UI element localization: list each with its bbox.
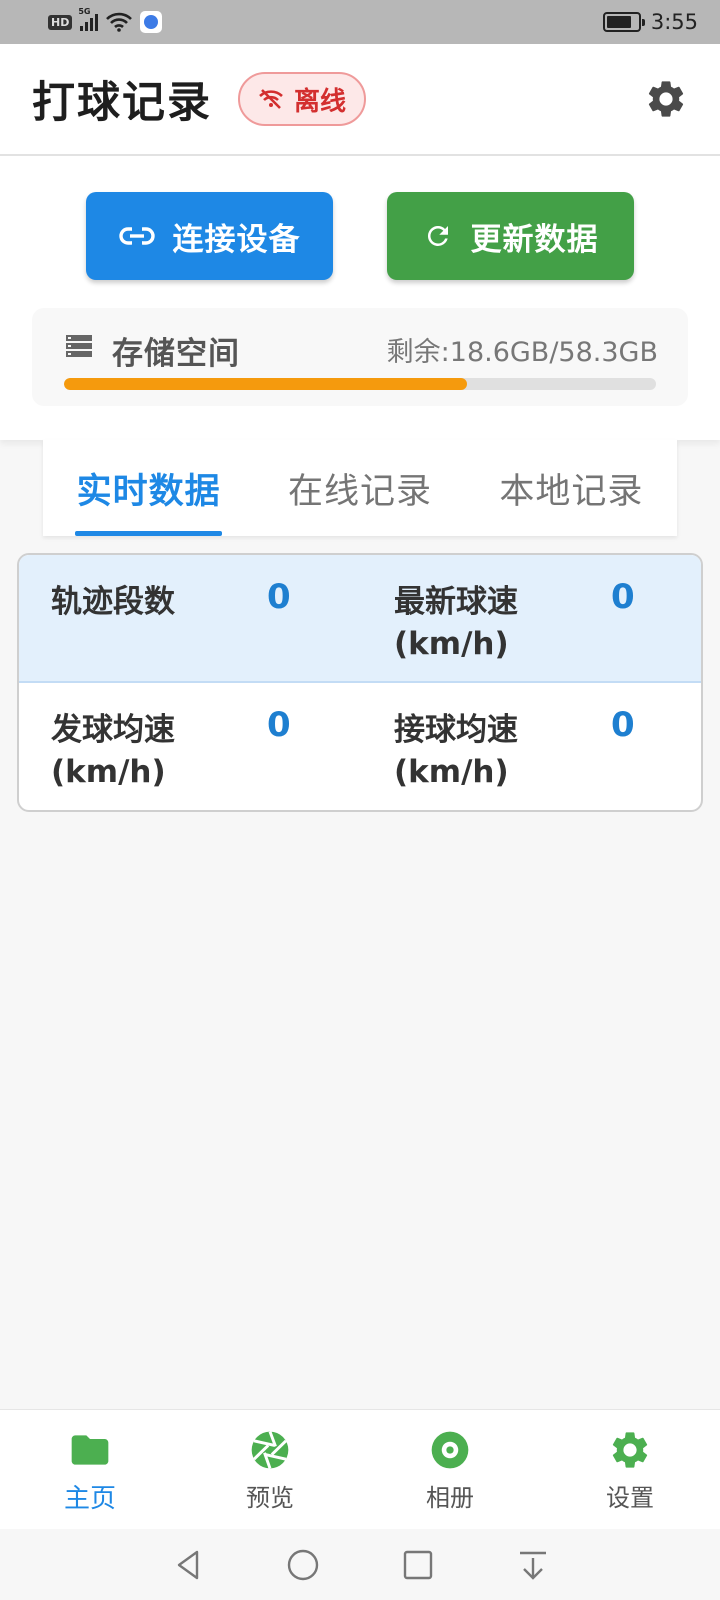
refresh-icon [427, 225, 448, 246]
signal-label: 5G [78, 7, 91, 16]
tab-local-records[interactable]: 本地记录 [466, 440, 677, 536]
nav-label-preview: 预览 [246, 1484, 294, 1512]
battery-icon [602, 12, 645, 32]
track-segments-value: 0 [267, 577, 291, 617]
stats-row: 轨迹段数 0 最新球速(km/h) 0 [19, 555, 701, 683]
system-navigation-bar [0, 1529, 720, 1600]
app-screen: HD 5G 3:55 打球记录 离线 连接设备 更新数据 存储空间 剩余:18.… [0, 0, 720, 1600]
status-right: 3:55 [602, 10, 698, 34]
storage-icon [66, 335, 92, 357]
storage-progress-fill [64, 378, 467, 390]
connect-device-label: 连接设备 [172, 221, 301, 258]
connection-status-label: 离线 [294, 86, 347, 117]
app-notification-icon [140, 11, 163, 33]
gear-icon [612, 1432, 648, 1468]
wifi-icon [106, 12, 133, 32]
bottom-navigation: 主页 预览 相册 设置 [0, 1409, 720, 1529]
folder-icon [71, 1435, 109, 1465]
stats-row: 发球均速(km/h) 0 接球均速(km/h) 0 [19, 683, 701, 810]
home-icon[interactable] [285, 1547, 321, 1583]
notification-pull-icon[interactable] [515, 1547, 551, 1583]
nav-item-album[interactable]: 相册 [360, 1410, 540, 1529]
refresh-data-label: 更新数据 [470, 221, 599, 258]
serve-avg-speed-value: 0 [267, 705, 291, 745]
cellular-signal-icon: 5G [78, 7, 99, 31]
recent-apps-icon[interactable] [400, 1547, 436, 1583]
back-icon[interactable] [170, 1547, 206, 1583]
storage-remaining: 剩余:18.6GB/58.3GB [386, 337, 658, 368]
nav-label-home: 主页 [63, 1484, 116, 1514]
nav-item-preview[interactable]: 预览 [180, 1410, 360, 1529]
nav-label-album: 相册 [426, 1484, 474, 1512]
action-section: 连接设备 更新数据 存储空间 剩余:18.6GB/58.3GB [0, 156, 720, 440]
serve-avg-speed-label: 发球均速(km/h) [51, 712, 175, 790]
nav-label-settings: 设置 [606, 1484, 654, 1512]
wifi-off-icon [259, 89, 283, 109]
app-header: 打球记录 离线 [0, 44, 720, 156]
link-icon [118, 227, 155, 245]
storage-title: 存储空间 [112, 336, 240, 372]
receive-avg-speed-value: 0 [611, 705, 635, 745]
connect-device-button[interactable]: 连接设备 [86, 192, 333, 280]
disc-icon [431, 1431, 469, 1469]
nav-item-home[interactable]: 主页 [0, 1410, 180, 1529]
hd-badge: HD [48, 14, 73, 30]
tab-online-records[interactable]: 在线记录 [254, 440, 465, 536]
stats-card: 轨迹段数 0 最新球速(km/h) 0 发球均速(km/h) 0 接球均速(km… [17, 553, 703, 812]
aperture-icon [251, 1431, 289, 1469]
gear-icon[interactable] [644, 77, 688, 121]
tab-bar: 实时数据 在线记录 本地记录 [43, 440, 677, 536]
storage-card: 存储空间 剩余:18.6GB/58.3GB [32, 308, 688, 406]
page-title: 打球记录 [32, 78, 212, 128]
tab-realtime-data[interactable]: 实时数据 [43, 440, 254, 536]
latest-speed-label: 最新球速(km/h) [394, 584, 518, 662]
status-left: HD 5G [48, 7, 163, 33]
receive-avg-speed-label: 接球均速(km/h) [394, 712, 518, 790]
status-bar: HD 5G 3:55 [0, 0, 720, 44]
connection-status-badge: 离线 [238, 72, 367, 126]
refresh-data-button[interactable]: 更新数据 [387, 192, 634, 280]
storage-progress-bar [64, 378, 656, 390]
nav-item-settings[interactable]: 设置 [540, 1410, 720, 1529]
status-time: 3:55 [650, 10, 698, 34]
latest-speed-value: 0 [611, 577, 635, 617]
track-segments-label: 轨迹段数 [51, 584, 175, 620]
